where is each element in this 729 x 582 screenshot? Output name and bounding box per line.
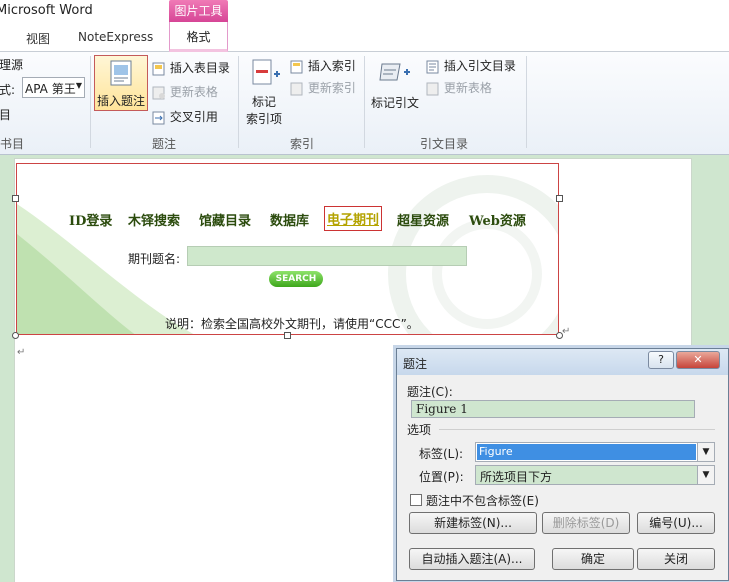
- caption-input[interactable]: Figure 1: [411, 400, 695, 418]
- nav-web-resources: Web资源: [469, 214, 526, 229]
- paragraph-mark-icon: ↵: [562, 326, 571, 337]
- tab-noteexpress[interactable]: NoteExpress: [78, 30, 153, 44]
- nav-catalog: 馆藏目录: [199, 214, 252, 229]
- caption-dialog: 题注 ? ✕ 题注(C): Figure 1 选项 标签(L): Figure …: [396, 348, 729, 581]
- chevron-down-icon: ▼: [75, 81, 82, 90]
- table-of-authorities-icon: [426, 60, 439, 73]
- help-button[interactable]: ?: [648, 351, 674, 369]
- nav-search: 木铎搜索: [128, 214, 181, 229]
- options-label: 选项: [407, 423, 432, 437]
- insert-table-of-figures-button[interactable]: 插入表目录: [152, 59, 230, 76]
- position-label: 位置(P):: [419, 470, 464, 484]
- new-label-button[interactable]: 新建标签(N)...: [409, 512, 537, 534]
- group-separator: [364, 56, 365, 148]
- mark-citation-icon: [379, 63, 410, 81]
- ok-button[interactable]: 确定: [552, 548, 634, 570]
- group-label-index: 索引: [290, 137, 315, 151]
- title-bar: Microsoft Word: [0, 0, 729, 24]
- note-text: 说明：检索全国高校外文期刊，请使用“CCC”。: [165, 317, 419, 331]
- group-separator: [526, 56, 527, 148]
- mark-entry-icon: [252, 59, 280, 85]
- nav-id-login: ID登录: [69, 214, 113, 229]
- insert-caption-button[interactable]: 插入题注: [94, 55, 148, 111]
- update-table-icon: [152, 86, 165, 99]
- options-divider: [439, 429, 715, 430]
- nav-superstar: 超星资源: [397, 214, 450, 229]
- nav-database: 数据库: [270, 214, 310, 229]
- style-label: 式:: [0, 83, 16, 97]
- nav-ejournal: 电子期刊: [324, 206, 383, 231]
- cross-reference-icon: [152, 111, 165, 124]
- label-label: 标签(L):: [419, 447, 464, 461]
- caption-label: 题注(C):: [407, 385, 453, 399]
- insert-index-icon: [290, 60, 303, 73]
- resize-handle[interactable]: [12, 332, 19, 339]
- insert-index-button[interactable]: 插入索引: [290, 57, 356, 74]
- group-label-bibliography: 书目: [0, 137, 25, 151]
- cross-reference-button[interactable]: 交叉引用: [152, 108, 218, 125]
- dialog-title-bar: 题注 ? ✕: [397, 349, 728, 375]
- insert-table-of-authorities-button[interactable]: 插入引文目录: [426, 57, 516, 74]
- exclude-label-text: 题注中不包含标签(E): [426, 494, 539, 508]
- position-select[interactable]: 所选项目下方 ▼: [475, 465, 715, 485]
- exclude-label-checkbox[interactable]: [410, 494, 422, 506]
- delete-label-button[interactable]: 删除标签(D): [542, 512, 630, 534]
- autocaption-button[interactable]: 自动插入题注(A)...: [409, 548, 535, 570]
- ribbon-tabs: 视图 NoteExpress: [0, 24, 729, 52]
- group-label-captions: 题注: [152, 137, 177, 151]
- journal-title-label: 期刊题名:: [128, 252, 181, 266]
- bibliography-button[interactable]: 目: [0, 106, 11, 123]
- group-separator: [238, 56, 239, 148]
- group-label-table-of-authorities: 引文目录: [420, 137, 469, 151]
- picture-tools-header: 图片工具: [169, 0, 228, 22]
- mark-entry-button[interactable]: 标记 索引项: [244, 56, 286, 128]
- manage-sources-button[interactable]: 理源: [0, 56, 23, 73]
- resize-handle[interactable]: [284, 332, 291, 339]
- chevron-down-icon[interactable]: ▼: [697, 443, 714, 461]
- numbering-button[interactable]: 编号(U)...: [637, 512, 715, 534]
- ribbon: 理源 式: APA 第王 ▼ 目 书目 插入题注 插入表目录 更新表格 交叉引用…: [0, 52, 729, 155]
- resize-handle[interactable]: [556, 195, 563, 202]
- tab-view[interactable]: 视图: [26, 30, 50, 47]
- chevron-down-icon[interactable]: ▼: [697, 466, 714, 484]
- resize-handle[interactable]: [12, 195, 19, 202]
- search-button-image: SEARCH: [269, 271, 323, 287]
- insert-caption-icon: [110, 60, 132, 86]
- journal-title-field: [187, 246, 467, 266]
- update-table-button[interactable]: 更新表格: [152, 83, 218, 100]
- dialog-title: 题注: [403, 357, 428, 371]
- update-index-button[interactable]: 更新索引: [290, 79, 356, 96]
- update-toa-button[interactable]: 更新表格: [426, 79, 492, 96]
- update-table-icon: [426, 82, 439, 95]
- mark-citation-button[interactable]: 标记引文: [370, 56, 422, 112]
- group-separator: [90, 56, 91, 148]
- selected-picture[interactable]: ID登录 木铎搜索 馆藏目录 数据库 电子期刊 超星资源 Web资源 期刊题名:…: [16, 163, 559, 335]
- label-select[interactable]: Figure ▼: [475, 442, 715, 462]
- close-icon[interactable]: ✕: [676, 351, 720, 369]
- close-button[interactable]: 关闭: [637, 548, 715, 570]
- update-index-icon: [290, 82, 303, 95]
- tab-format[interactable]: 格式: [169, 22, 228, 52]
- app-title: Microsoft Word: [0, 3, 93, 18]
- style-select[interactable]: APA 第王 ▼: [22, 77, 85, 98]
- table-of-figures-icon: [152, 62, 165, 75]
- paragraph-mark-icon: ↵: [17, 347, 26, 358]
